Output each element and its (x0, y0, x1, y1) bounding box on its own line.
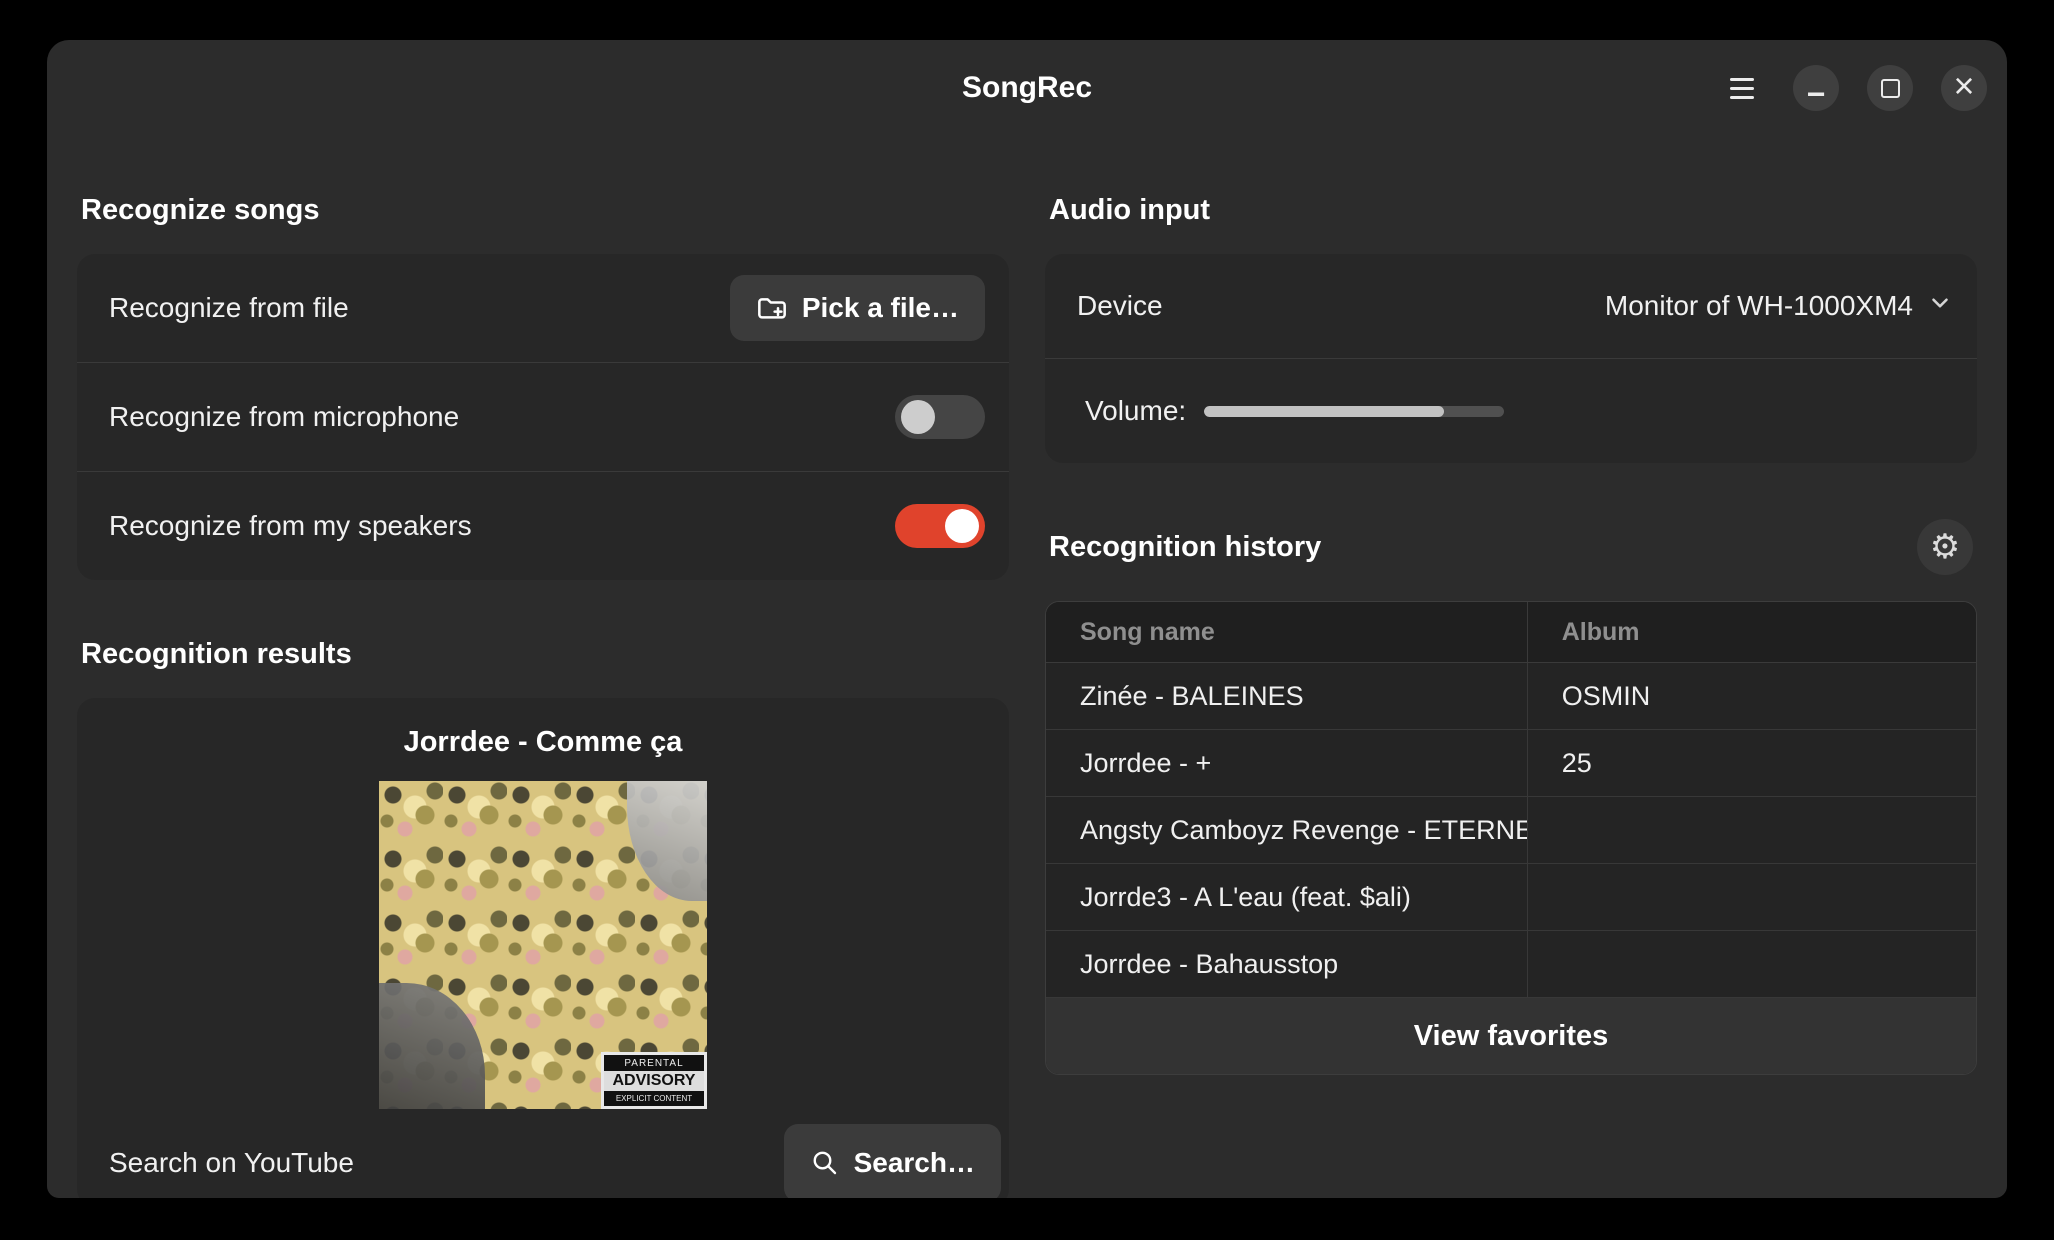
songrec-window: SongRec − × Recognize songs Recognize fr… (47, 40, 2007, 1198)
audio-input-card: Device Monitor of WH-1000XM4 Volume: (1045, 254, 1977, 463)
history-table: Song name Album Zinée - BALEINES OSMIN J… (1045, 601, 1977, 1075)
gear-icon: ⚙ (1930, 530, 1960, 564)
volume-row: Volume: (1045, 359, 1977, 463)
history-row[interactable]: Angsty Camboyz Revenge - ETERNELLE (1046, 797, 1976, 864)
chevron-down-icon (1927, 290, 1953, 323)
recognize-from-speakers-row: Recognize from my speakers (77, 472, 1009, 580)
history-cell-song: Angsty Camboyz Revenge - ETERNELLE (1046, 797, 1528, 864)
album-art-corner (379, 983, 485, 1109)
history-cell-album: 25 (1528, 730, 1976, 797)
window-title: SongRec (47, 40, 2007, 136)
toggle-knob (945, 509, 979, 543)
recognize-from-speakers-label: Recognize from my speakers (109, 510, 472, 542)
history-row[interactable]: Jorrdee - Bahausstop (1046, 931, 1976, 998)
history-row[interactable]: Zinée - BALEINES OSMIN (1046, 663, 1976, 730)
history-cell-album (1528, 797, 1976, 864)
close-button[interactable]: × (1941, 65, 1987, 111)
recognition-results-card: Jorrdee - Comme ça PARENTAL ADVISORY EXP… (77, 698, 1009, 1198)
speakers-toggle[interactable] (895, 504, 985, 548)
microphone-toggle[interactable] (895, 395, 985, 439)
main-content: Recognize songs Recognize from file Pick… (47, 136, 2007, 1198)
pick-file-label: Pick a file… (802, 292, 959, 324)
hamburger-menu-icon (1730, 78, 1754, 99)
recognize-from-file-row: Recognize from file Pick a file… (77, 254, 1009, 363)
audio-input-heading: Audio input (1049, 192, 1973, 228)
left-column: Recognize songs Recognize from file Pick… (77, 136, 1009, 1198)
volume-label: Volume: (1085, 395, 1186, 427)
maximize-button[interactable] (1867, 65, 1913, 111)
recognize-card: Recognize from file Pick a file… Recogni… (77, 254, 1009, 580)
album-art: PARENTAL ADVISORY EXPLICIT CONTENT (379, 781, 707, 1109)
maximize-icon (1881, 79, 1900, 98)
view-favorites-button[interactable]: View favorites (1046, 998, 1976, 1074)
recognize-from-microphone-row: Recognize from microphone (77, 363, 1009, 472)
youtube-search-label: Search… (854, 1147, 975, 1179)
recognition-results-heading: Recognition results (81, 636, 1005, 672)
toggle-knob (901, 400, 935, 434)
close-icon: × (1953, 68, 1974, 104)
magnifier-icon (810, 1148, 840, 1178)
recognize-from-file-label: Recognize from file (109, 292, 349, 324)
history-table-header: Song name Album (1046, 602, 1976, 663)
window-controls: − × (1719, 40, 1987, 136)
right-column: Audio input Device Monitor of WH-1000XM4 (1045, 136, 1977, 1198)
menu-button[interactable] (1719, 65, 1765, 111)
history-cell-song: Jorrdee - Bahausstop (1046, 931, 1528, 998)
recognize-from-microphone-label: Recognize from microphone (109, 401, 459, 433)
history-cell-song: Jorrde3 - A L'eau (feat. $ali) (1046, 864, 1528, 931)
recognize-songs-heading: Recognize songs (81, 192, 1005, 228)
column-header-song-name: Song name (1046, 602, 1528, 663)
column-header-album: Album (1528, 602, 1976, 663)
album-art-corner (627, 781, 707, 901)
recognition-history-heading: Recognition history (1049, 529, 1321, 565)
history-row[interactable]: Jorrdee - + 25 (1046, 730, 1976, 797)
search-on-youtube-label: Search on YouTube (109, 1147, 354, 1179)
parental-advisory-label: PARENTAL ADVISORY EXPLICIT CONTENT (601, 1052, 707, 1109)
advisory-line: ADVISORY (604, 1071, 704, 1091)
device-value: Monitor of WH-1000XM4 (1605, 290, 1913, 322)
history-cell-album (1528, 864, 1976, 931)
history-heading-row: Recognition history ⚙ (1049, 519, 1973, 575)
device-label: Device (1077, 290, 1163, 322)
pick-file-button[interactable]: Pick a file… (730, 275, 985, 341)
headerbar[interactable]: SongRec − × (47, 40, 2007, 136)
volume-level-bar (1204, 406, 1504, 417)
history-cell-album (1528, 931, 1976, 998)
youtube-search-button[interactable]: Search… (784, 1124, 1001, 1198)
history-cell-album: OSMIN (1528, 663, 1976, 730)
recognized-song-title: Jorrdee - Comme ça (77, 698, 1009, 759)
history-row[interactable]: Jorrde3 - A L'eau (feat. $ali) (1046, 864, 1976, 931)
youtube-row: Search on YouTube Search… (77, 1119, 1009, 1198)
device-dropdown[interactable]: Monitor of WH-1000XM4 (1605, 290, 1953, 323)
minimize-button[interactable]: − (1793, 65, 1839, 111)
history-settings-button[interactable]: ⚙ (1917, 519, 1973, 575)
volume-wrap: Volume: (1077, 395, 1953, 427)
volume-fill (1204, 406, 1444, 417)
advisory-line: PARENTAL (604, 1055, 704, 1071)
history-cell-song: Jorrdee - + (1046, 730, 1528, 797)
advisory-line: EXPLICIT CONTENT (604, 1091, 704, 1106)
folder-plus-icon (756, 292, 788, 324)
history-cell-song: Zinée - BALEINES (1046, 663, 1528, 730)
device-row: Device Monitor of WH-1000XM4 (1045, 254, 1977, 359)
